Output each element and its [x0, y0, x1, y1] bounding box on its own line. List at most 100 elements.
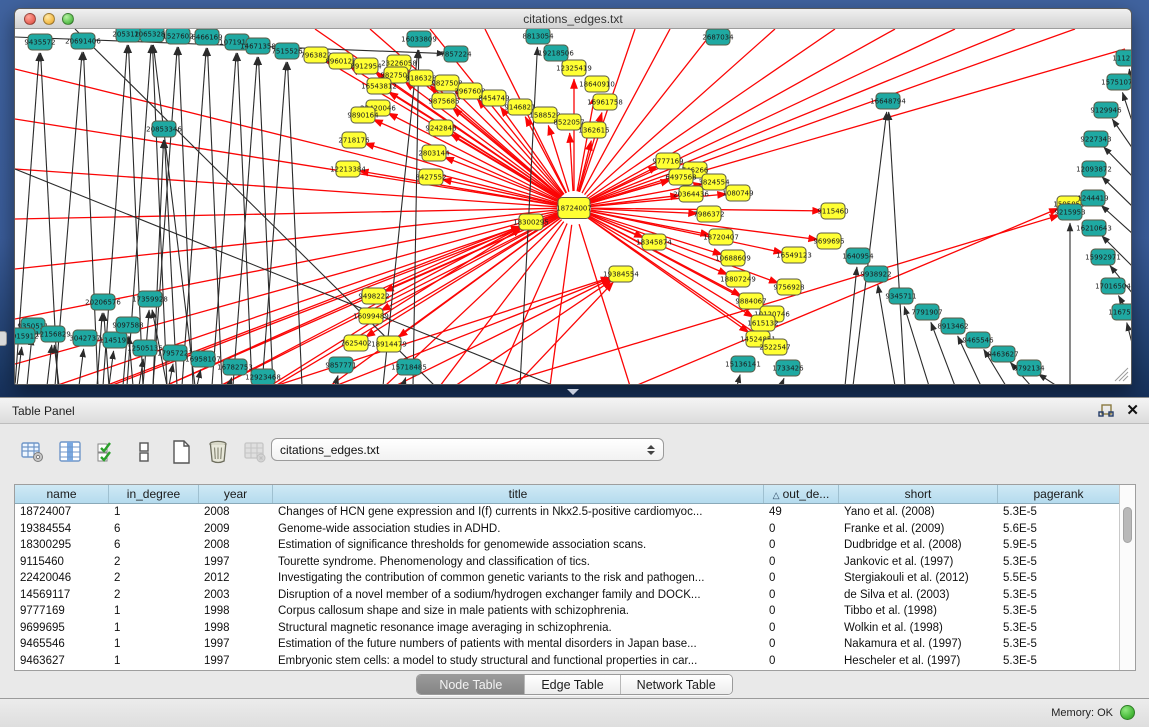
- table-cell: 1998: [199, 620, 273, 637]
- network-canvas[interactable]: 1872400779638228960128891295423226058982…: [15, 29, 1131, 384]
- graph-node-label: 9857771: [325, 362, 356, 370]
- citation-network-graph[interactable]: 1872400779638228960128891295423226058982…: [15, 29, 1131, 384]
- column-header-name[interactable]: name: [15, 485, 109, 503]
- table-cell: 5.3E-5: [998, 620, 1119, 637]
- table-panel-title: Table Panel: [12, 404, 75, 418]
- graph-node-label: 6792134: [1013, 365, 1045, 373]
- table-cell: 2012: [199, 570, 273, 587]
- new-column-icon[interactable]: [168, 439, 194, 465]
- graph-node-label: 16033809: [401, 36, 437, 44]
- table-cell: 2008: [199, 504, 273, 521]
- graph-node-label: 9699695: [813, 238, 844, 246]
- citation-edge-red: [455, 280, 612, 384]
- graph-node-label: 12923468: [245, 374, 281, 382]
- rows-icon[interactable]: [131, 439, 157, 465]
- table-panel-header: Table Panel ✕: [0, 397, 1149, 424]
- table-cell: 5.3E-5: [998, 554, 1119, 571]
- column-header-year[interactable]: year: [199, 485, 273, 503]
- table-cell: 0: [764, 620, 839, 637]
- table-row[interactable]: 969969511998Structural magnetic resonanc…: [15, 620, 1119, 637]
- graph-node-label: 9115460: [817, 208, 848, 216]
- citation-edge-red: [515, 282, 613, 384]
- citation-edge-black: [781, 378, 784, 384]
- table-cell: Structural magnetic resonance image aver…: [273, 620, 764, 637]
- graph-node-label: 8813054: [522, 33, 554, 41]
- citation-edge-red: [590, 29, 1075, 202]
- table-row[interactable]: 946554611997Estimation of the future num…: [15, 636, 1119, 653]
- table-cell: 9463627: [15, 653, 109, 670]
- column-header-in_degree[interactable]: in_degree: [109, 485, 199, 503]
- tab-edge-table[interactable]: Edge Table: [524, 675, 619, 694]
- table-cell: 1997: [199, 636, 273, 653]
- table-cell: 2: [109, 587, 199, 604]
- delete-column-icon[interactable]: [205, 439, 231, 465]
- table-cell: 22420046: [15, 570, 109, 587]
- column-edit-icon[interactable]: [57, 439, 83, 465]
- table-row[interactable]: 1456911722003Disruption of a novel membe…: [15, 587, 1119, 604]
- table-row[interactable]: 1938455462009Genome-wide association stu…: [15, 521, 1119, 538]
- graph-node-label: 8913462: [937, 323, 968, 331]
- graph-node-label: 2687034: [702, 34, 734, 42]
- graph-node-label: 1733426: [772, 365, 804, 373]
- table-cell: 6: [109, 537, 199, 554]
- table-row[interactable]: 2242004622012Investigating the contribut…: [15, 570, 1119, 587]
- column-header-title[interactable]: title: [273, 485, 764, 503]
- memory-status-label: Memory: OK: [1051, 707, 1113, 719]
- side-panel-grip[interactable]: [0, 331, 7, 346]
- select-all-rows-icon[interactable]: [94, 439, 120, 465]
- table-scrollbar[interactable]: [1119, 485, 1135, 670]
- window-title: citations_edges.txt: [15, 12, 1131, 26]
- graph-node-label: 2718176: [338, 137, 370, 145]
- resize-grip-icon[interactable]: [1119, 372, 1128, 381]
- graph-node-label: 9498222: [358, 293, 389, 301]
- table-cell: 5.9E-5: [998, 537, 1119, 554]
- graph-node-label: 18724007: [556, 205, 592, 213]
- tab-network-table[interactable]: Network Table: [620, 675, 732, 694]
- delete-table-disabled-icon: [242, 439, 268, 465]
- table-cell: 2: [109, 554, 199, 571]
- column-header-out_de[interactable]: △out_de...: [764, 485, 839, 503]
- graph-node-label: 16210643: [1076, 225, 1112, 233]
- graph-node-label: 17359928: [132, 296, 168, 304]
- table-cell: 0: [764, 537, 839, 554]
- graph-node-label: 3824554: [698, 179, 730, 187]
- table-scrollbar-thumb[interactable]: [1123, 507, 1132, 543]
- table-selector-dropdown[interactable]: citations_edges.txt: [271, 438, 664, 461]
- graph-node-label: 7791907: [911, 309, 942, 317]
- dropdown-arrows-icon: [647, 445, 655, 455]
- column-header-pagerank[interactable]: pagerank: [998, 485, 1119, 503]
- close-panel-icon[interactable]: ✕: [1126, 402, 1139, 420]
- table-cell: Wolkin et al. (1998): [839, 620, 998, 637]
- graph-node-label: 12156829: [35, 331, 71, 339]
- table-cell: Stergiakouli et al. (2012): [839, 570, 998, 587]
- graph-node-label: 9938922: [860, 271, 891, 279]
- table-row[interactable]: 911546021997Tourette syndrome. Phenomeno…: [15, 554, 1119, 571]
- column-header-short[interactable]: short: [839, 485, 998, 503]
- table-row[interactable]: 977716911998Corpus callosum shape and si…: [15, 603, 1119, 620]
- table-row[interactable]: 1872400712008Changes of HCN gene express…: [15, 504, 1119, 521]
- table-row[interactable]: 1830029562008Estimation of significance …: [15, 537, 1119, 554]
- table-settings-icon[interactable]: [20, 439, 46, 465]
- tab-node-table[interactable]: Node Table: [417, 675, 524, 694]
- table-cell: 5.3E-5: [998, 504, 1119, 521]
- window-titlebar[interactable]: citations_edges.txt: [15, 9, 1131, 29]
- citation-edge-black: [79, 349, 84, 384]
- table-cell: Nakamura et al. (1997): [839, 636, 998, 653]
- table-selector-value: citations_edges.txt: [280, 443, 379, 457]
- citation-edge-red: [220, 227, 521, 384]
- graph-node-label: 9215953: [1054, 209, 1085, 217]
- table-cell: 1: [109, 653, 199, 670]
- float-panel-icon[interactable]: [1098, 403, 1114, 419]
- graph-node-label: 7515526: [271, 48, 303, 56]
- graph-node-label: 12213384: [330, 166, 366, 174]
- graph-node-label: 19218506: [538, 50, 574, 58]
- graph-node-label: 9097588: [112, 322, 143, 330]
- graph-node-label: 8454749: [478, 95, 509, 103]
- graph-node-label: 2522547: [759, 344, 790, 352]
- table-cell: 1: [109, 636, 199, 653]
- graph-node-label: 20364436: [673, 191, 709, 199]
- splitter-handle-icon[interactable]: [567, 389, 579, 395]
- graph-node-label: 9875685: [428, 98, 459, 106]
- citation-edge-red: [15, 119, 557, 205]
- table-row[interactable]: 946362711997Embryonic stem cells: a mode…: [15, 653, 1119, 670]
